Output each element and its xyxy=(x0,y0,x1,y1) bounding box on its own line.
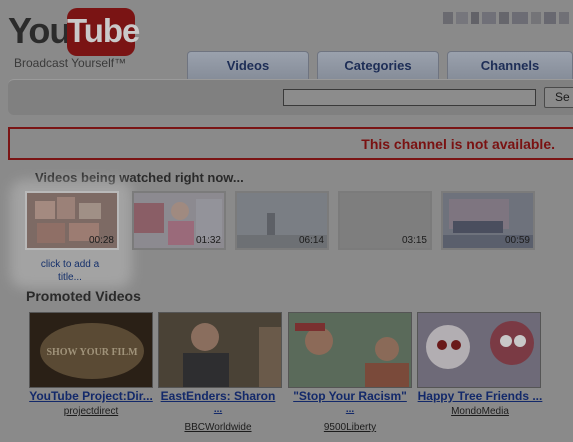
thumbnail-duration: 03:15 xyxy=(401,235,427,246)
watching-thumbnail[interactable]: 03:15 xyxy=(338,191,432,250)
obscured-user-info xyxy=(443,12,573,36)
logo-tagline: Broadcast Yourself™ xyxy=(14,56,127,70)
promoted-video-title[interactable]: EastEnders: Sharon xyxy=(153,389,283,403)
promoted-video-user[interactable]: 9500Liberty xyxy=(285,422,415,433)
search-button[interactable]: Se xyxy=(544,87,573,108)
promoted-video-title[interactable]: Happy Tree Friends ... xyxy=(415,389,545,403)
add-title-line2: title... xyxy=(58,272,82,283)
promoted-section-title: Promoted Videos xyxy=(26,288,141,304)
thumbnail-image xyxy=(289,313,411,387)
thumbnail-caption: SHOW YOUR FILM xyxy=(46,347,138,358)
error-message: This channel is not available. xyxy=(361,136,555,152)
thumbnail-image xyxy=(159,313,281,387)
watching-thumbnail[interactable]: 00:28 xyxy=(25,191,119,250)
promoted-thumbnail[interactable]: SHOW YOUR FILM xyxy=(29,312,153,388)
thumbnail-duration: 00:28 xyxy=(88,235,114,246)
promoted-thumbnail[interactable] xyxy=(288,312,412,388)
thumbnail-duration: 00:59 xyxy=(504,235,530,246)
promoted-thumbnail[interactable] xyxy=(417,312,541,388)
promoted-video-title[interactable]: "Stop Your Racism" xyxy=(285,389,415,403)
logo-tube-text: Tube xyxy=(67,8,140,56)
youtube-logo[interactable]: You Tube Broadcast Yourself™ xyxy=(8,6,140,70)
watching-thumbnail[interactable]: 06:14 xyxy=(235,191,329,250)
logo-you-text: You xyxy=(8,10,71,51)
thumbnail-image: SHOW YOUR FILM xyxy=(30,313,152,387)
promoted-video-title-cont[interactable]: ... xyxy=(153,404,283,415)
add-title-link[interactable]: click to add a title... xyxy=(30,258,110,284)
promoted-video-title[interactable]: YouTube Project:Dir... xyxy=(26,389,156,403)
promoted-thumbnail[interactable] xyxy=(158,312,282,388)
search-input[interactable] xyxy=(283,89,536,106)
thumbnail-duration: 01:32 xyxy=(195,235,221,246)
watching-thumbnail[interactable]: 00:59 xyxy=(441,191,535,250)
tab-channels[interactable]: Channels xyxy=(447,51,573,79)
add-title-line1: click to add a xyxy=(40,259,100,270)
thumbnail-duration: 06:14 xyxy=(298,235,324,246)
tab-categories[interactable]: Categories xyxy=(317,51,439,79)
promoted-video-user[interactable]: BBCWorldwide xyxy=(153,422,283,433)
promoted-video-user[interactable]: projectdirect xyxy=(26,406,156,417)
promoted-video-user[interactable]: MondoMedia xyxy=(415,406,545,417)
tab-videos[interactable]: Videos xyxy=(187,51,309,79)
promoted-video-title-cont[interactable]: ... xyxy=(285,404,415,415)
thumbnail-image xyxy=(418,313,540,387)
error-box: This channel is not available. xyxy=(8,127,573,160)
page: You Tube Broadcast Yourself™ Videos Cate… xyxy=(0,0,573,442)
watching-thumbnail[interactable]: 01:32 xyxy=(132,191,226,250)
